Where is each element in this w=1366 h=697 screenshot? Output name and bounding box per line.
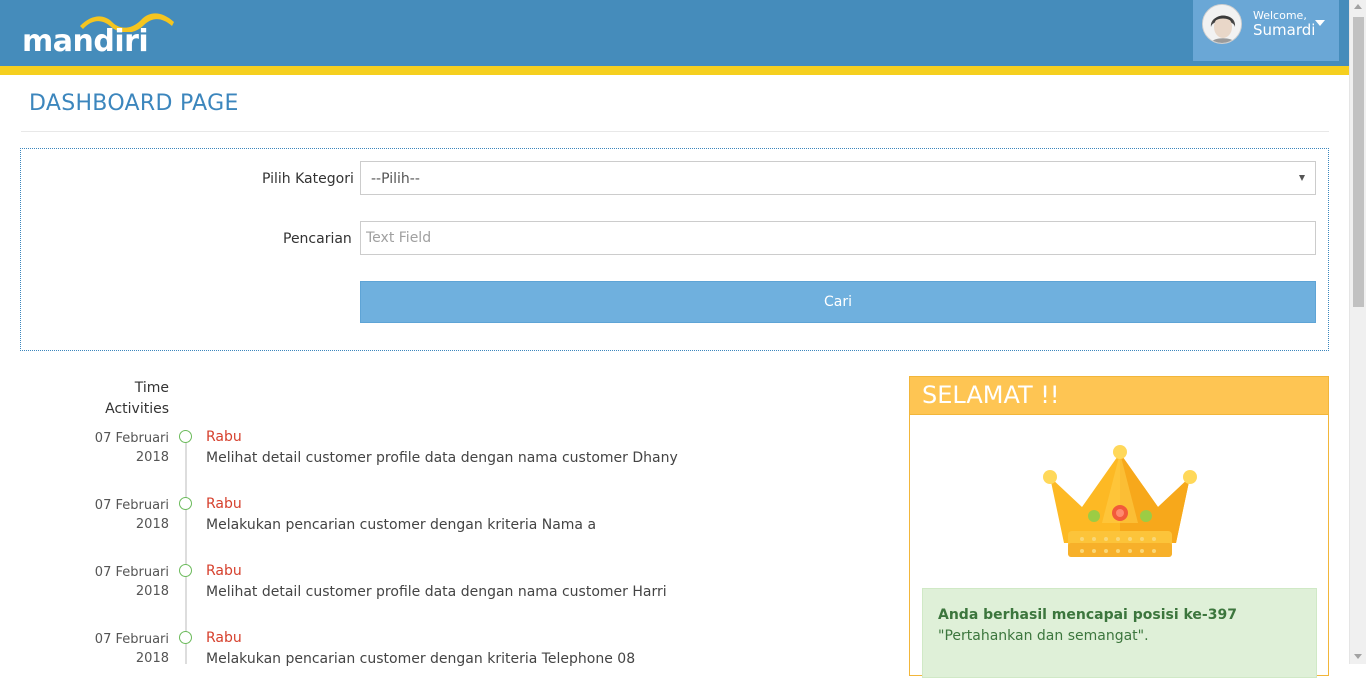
timeline-date-year: 2018: [135, 517, 169, 532]
timeline-date-year: 2018: [135, 584, 169, 599]
timeline-date: 07 Februari 2018: [80, 496, 169, 534]
page-scrollbar[interactable]: [1349, 0, 1366, 664]
timeline-header-activities: Activities: [105, 401, 169, 417]
timeline-item: 07 Februari 2018 Rabu Melakukan pencaria…: [0, 496, 900, 563]
page-title: DASHBOARD PAGE: [29, 91, 239, 116]
timeline-activity-text: Melakukan pencarian customer dengan krit…: [206, 651, 636, 667]
achievement-quote: "Pertahankan dan semangat".: [938, 628, 1149, 644]
scroll-up-icon[interactable]: [1354, 4, 1362, 9]
top-navbar: mandiri Welcome, Sumardi: [0, 0, 1349, 66]
achievement-panel: SELAMAT !! Anda berhasil mencapai posisi…: [909, 376, 1329, 678]
chevron-down-icon[interactable]: [1315, 20, 1325, 26]
timeline-activity-text: Melakukan pencarian customer dengan krit…: [206, 517, 597, 533]
achievement-header: SELAMAT !!: [910, 377, 1328, 415]
username: Sumardi: [1253, 21, 1316, 39]
timeline-day: Rabu: [206, 429, 242, 445]
achievement-title: SELAMAT !!: [922, 381, 1060, 409]
timeline-activity-text: Melihat detail customer profile data den…: [206, 584, 667, 600]
kategori-select[interactable]: --Pilih--: [360, 161, 1316, 195]
title-divider: [21, 131, 1329, 132]
timeline-dot-icon: [179, 631, 192, 644]
crown-icon: [1043, 445, 1197, 557]
header-accent-strip: [0, 66, 1349, 75]
timeline-item: 07 Februari 2018 Rabu Melihat detail cus…: [0, 563, 900, 630]
cari-button[interactable]: Cari: [360, 281, 1316, 323]
timeline-header: Time Activities: [80, 378, 169, 420]
timeline-date: 07 Februari 2018: [80, 429, 169, 467]
timeline-item: 07 Februari 2018 Rabu Melihat detail cus…: [0, 429, 900, 496]
pencarian-input[interactable]: [360, 221, 1316, 255]
user-menu[interactable]: Welcome, Sumardi: [1193, 0, 1339, 61]
avatar[interactable]: [1202, 4, 1242, 44]
logo-text: mandiri: [22, 24, 149, 59]
timeline-day: Rabu: [206, 630, 242, 646]
timeline-day: Rabu: [206, 563, 242, 579]
pencarian-label: Pencarian: [283, 231, 352, 247]
timeline-date-day-month: 07 Februari: [94, 431, 169, 446]
achievement-message: Anda berhasil mencapai posisi ke-397: [938, 607, 1237, 623]
timeline-dot-icon: [179, 430, 192, 443]
timeline-date: 07 Februari 2018: [80, 563, 169, 601]
achievement-message-box: Anda berhasil mencapai posisi ke-397 "Pe…: [922, 588, 1317, 678]
timeline-dot-icon: [179, 564, 192, 577]
user-avatar-icon: [1203, 5, 1241, 43]
timeline-header-time: Time: [134, 380, 169, 396]
kategori-label: Pilih Kategori: [262, 171, 354, 187]
timeline-date: 07 Februari 2018: [80, 630, 169, 668]
mandiri-logo[interactable]: mandiri: [20, 10, 180, 60]
timeline-date-year: 2018: [135, 651, 169, 666]
kategori-selected-value: --Pilih--: [371, 171, 420, 187]
scroll-thumb[interactable]: [1353, 17, 1364, 307]
timeline-date-day-month: 07 Februari: [94, 498, 169, 513]
timeline-date-year: 2018: [135, 450, 169, 465]
scroll-down-icon[interactable]: [1354, 654, 1362, 659]
timeline-date-day-month: 07 Februari: [94, 632, 169, 647]
timeline-dot-icon: [179, 497, 192, 510]
timeline-activity-text: Melihat detail customer profile data den…: [206, 450, 678, 466]
timeline-date-day-month: 07 Februari: [94, 565, 169, 580]
dropdown-arrow-icon: [1299, 175, 1305, 181]
timeline-day: Rabu: [206, 496, 242, 512]
